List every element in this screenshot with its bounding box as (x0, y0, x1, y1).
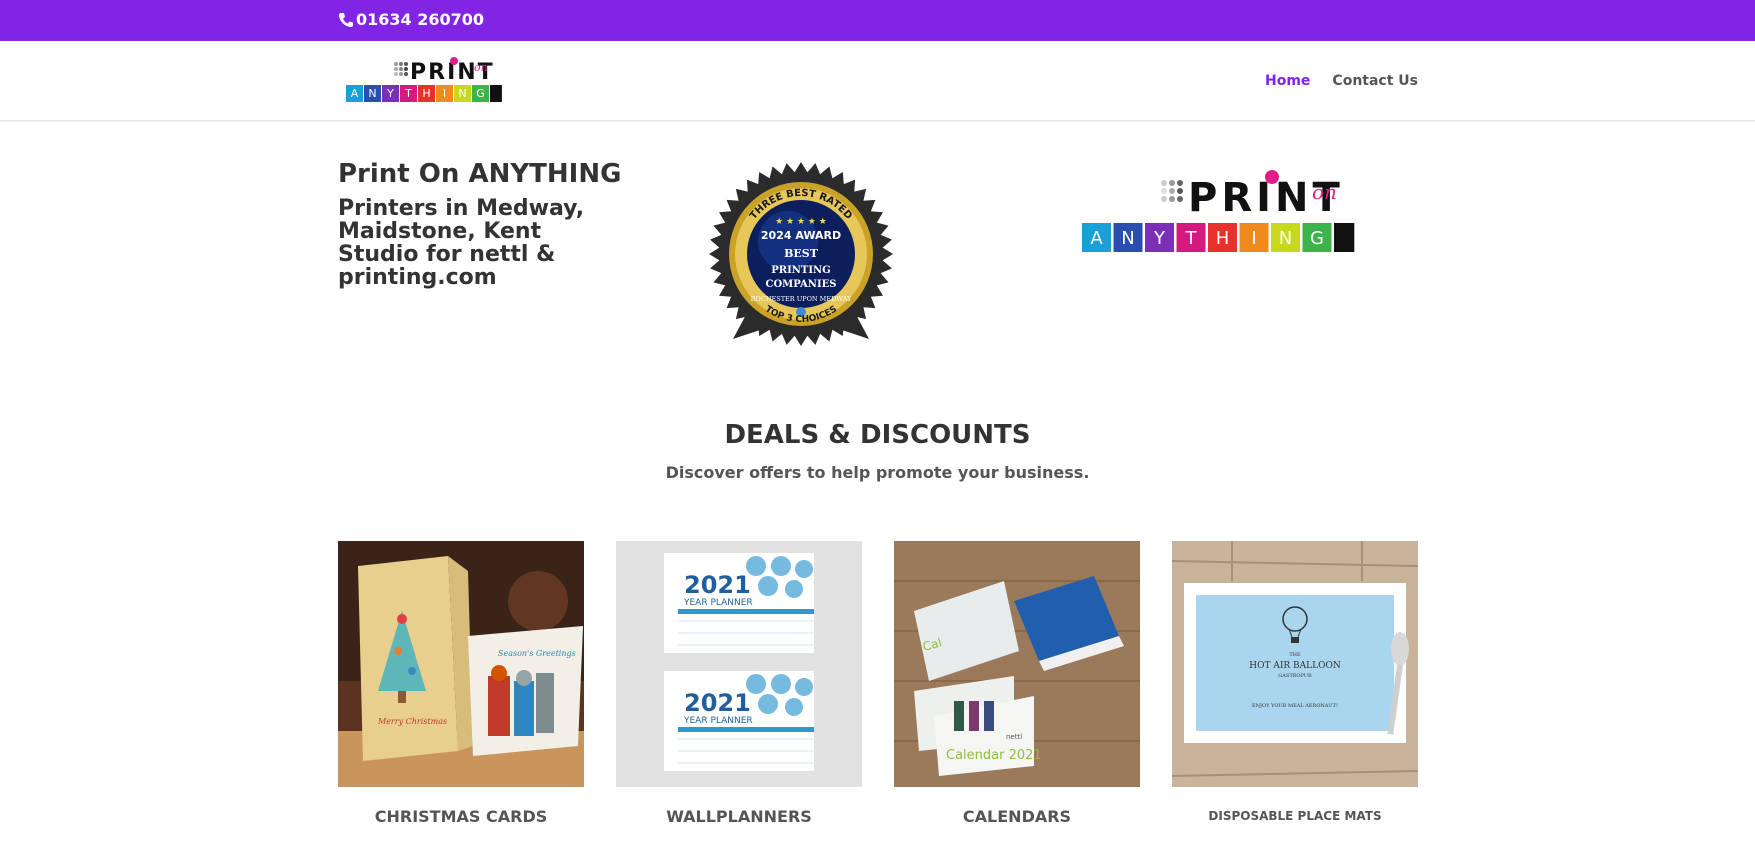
svg-text:PRINTING: PRINTING (771, 265, 830, 276)
svg-text:COMPANIES: COMPANIES (766, 279, 837, 290)
logo-tile-letter: Y (1153, 228, 1166, 249)
phone-icon (339, 12, 353, 27)
svg-text:on: on (474, 61, 488, 74)
deals-title: DEALS & DISCOUNTS (724, 420, 1031, 450)
svg-text:Merry Christmas: Merry Christmas (377, 717, 447, 726)
logo-tile-domain (490, 85, 502, 102)
logo-tile-letter: T (404, 87, 412, 100)
svg-text:2021: 2021 (684, 689, 751, 717)
logo-tile-letter: A (351, 87, 359, 100)
product-label[interactable]: WALLPLANNERS (616, 807, 862, 826)
svg-text:GASTROPUB: GASTROPUB (1278, 673, 1312, 679)
logo-tile-domain (1334, 223, 1355, 252)
product-label[interactable]: DISPOSABLE PLACE MATS (1172, 809, 1418, 823)
logo-dots (394, 62, 408, 76)
christmas-cards-image[interactable]: Merry Christmas Season's Greetings (338, 541, 584, 787)
phone-link[interactable]: 01634 260700 (338, 10, 484, 29)
product-card-wallplanners[interactable]: 2021 YEAR PLANNER 2021 YEAR PLANNER WALL… (616, 541, 862, 826)
svg-text:YEAR PLANNER: YEAR PLANNER (683, 716, 753, 726)
product-card-calendars[interactable]: Cal Calendar 2021 nettl CALENDARS (894, 541, 1140, 826)
logo-tile-letter: G (1310, 228, 1324, 249)
main-nav: Home Contact Us (1265, 73, 1418, 89)
svg-text:YEAR PLANNER: YEAR PLANNER (683, 598, 753, 608)
site-header: PRINT on ANYTHING Home Contact Us (0, 41, 1755, 121)
logo-tile-letter: A (1090, 228, 1103, 249)
svg-text:nettl: nettl (1006, 733, 1022, 741)
phone-number: 01634 260700 (356, 10, 485, 29)
svg-text:THE: THE (1289, 652, 1301, 658)
product-card-christmas-cards[interactable]: Merry Christmas Season's Greetings CHRIS… (338, 541, 584, 826)
logo-tile-letter: G (476, 87, 485, 100)
logo-tile-letter: H (422, 87, 430, 100)
wallplanners-image[interactable]: 2021 YEAR PLANNER 2021 YEAR PLANNER (616, 541, 862, 787)
logo-dots (1161, 180, 1183, 202)
nav-home[interactable]: Home (1265, 73, 1310, 89)
deals-subtitle: Discover offers to help promote your bus… (665, 463, 1090, 482)
svg-text:BEST: BEST (784, 247, 819, 260)
product-label[interactable]: CALENDARS (894, 807, 1140, 826)
product-label[interactable]: CHRISTMAS CARDS (338, 807, 584, 826)
site-logo[interactable]: PRINT on ANYTHING (344, 55, 512, 109)
logo-tile-letter: Y (386, 87, 394, 100)
logo-tile-letter: I (443, 87, 446, 100)
svg-text:2021: 2021 (684, 571, 751, 599)
product-card-disposable-place-mats[interactable]: THE HOT AIR BALLOON GASTROPUB ENJOY YOUR… (1172, 541, 1418, 823)
svg-text:ROCHESTER UPON MEDWAY: ROCHESTER UPON MEDWAY (751, 295, 852, 303)
top-bar: 01634 260700 (0, 0, 1755, 41)
logo-tiles: ANYTHING (346, 85, 502, 102)
calendars-image[interactable]: Cal Calendar 2021 nettl (894, 541, 1140, 787)
nav-contact-us[interactable]: Contact Us (1332, 73, 1418, 89)
place-mats-image[interactable]: THE HOT AIR BALLOON GASTROPUB ENJOY YOUR… (1172, 541, 1418, 787)
svg-text:2024 AWARD: 2024 AWARD (761, 229, 841, 242)
logo-tile-letter: N (368, 87, 376, 100)
svg-text:on: on (1312, 180, 1337, 204)
hero-section: Print On ANYTHING Printers in Medway, Ma… (0, 121, 1755, 351)
svg-text:Calendar 2021: Calendar 2021 (946, 748, 1042, 763)
svg-text:★ ★ ★ ★ ★: ★ ★ ★ ★ ★ (775, 217, 827, 227)
logo-tiles: ANYTHING (1082, 223, 1355, 252)
logo-tile-letter: N (1279, 228, 1292, 249)
logo-tile-letter: I (1251, 228, 1256, 249)
svg-text:ENJOY YOUR MEAL AERONAUT!: ENJOY YOUR MEAL AERONAUT! (1252, 703, 1338, 709)
hero-subtitle: Printers in Medway, Maidstone, Kent Stud… (338, 196, 585, 290)
logo-tile-letter: N (458, 87, 466, 100)
logo-tile-letter: N (1121, 228, 1134, 249)
logo-tile-letter: H (1216, 228, 1230, 249)
hero-title: Print On ANYTHING (338, 159, 622, 189)
svg-text:HOT AIR BALLOON: HOT AIR BALLOON (1249, 661, 1341, 671)
award-badge: THREE BEST RATED ★ ★ ★ ★ ★ 2024 AWARD BE… (709, 162, 893, 346)
hero-logo: PRINT on ANYTHING (1082, 170, 1355, 252)
logo-tile-letter: T (1185, 228, 1198, 249)
svg-text:Season's Greetings: Season's Greetings (498, 649, 576, 658)
